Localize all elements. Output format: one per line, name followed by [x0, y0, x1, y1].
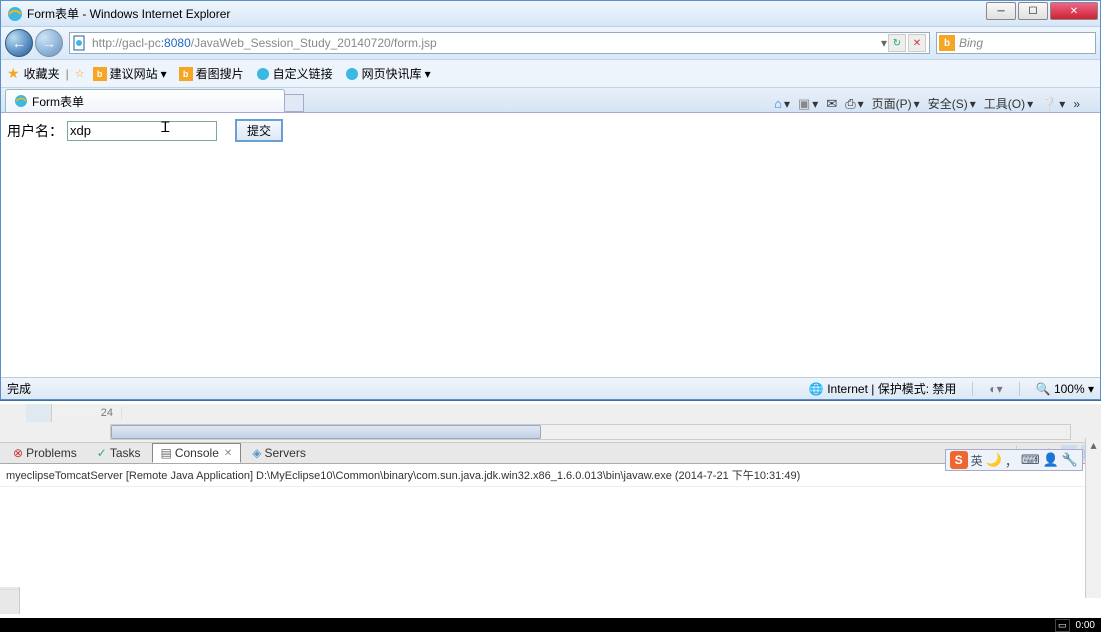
tray-icon[interactable]: ▭	[1055, 619, 1070, 632]
back-button[interactable]: ←	[5, 29, 33, 57]
overflow-button[interactable]: »	[1073, 97, 1080, 111]
page-icon	[72, 35, 88, 51]
console-icon: ▤	[161, 446, 172, 460]
moon-icon[interactable]: 🌙	[986, 452, 1002, 468]
fav-link-suggest[interactable]: b建议网站 ▾	[89, 63, 171, 84]
ime-lang[interactable]: 英	[971, 452, 983, 469]
tab-servers[interactable]: ◈Servers	[243, 443, 315, 463]
window-controls: ─ ☐ ✕	[986, 2, 1098, 20]
page-content: 用户名： 提交 Ꮖ	[1, 113, 1100, 363]
tab-title: Form表单	[32, 93, 84, 110]
tab-bar: Form表单 ⌂ ▾ ▣ ▾ ✉ ⎙ ▾ 页面(P) ▾ 安全(S) ▾ 工具(…	[1, 88, 1100, 113]
mail-icon: ✉	[826, 96, 837, 112]
username-label: 用户名：	[7, 121, 63, 141]
print-icon: ⎙	[845, 96, 855, 112]
taskbar[interactable]: ▭ 0:00	[0, 618, 1101, 632]
window-title: Form表单 - Windows Internet Explorer	[27, 5, 1098, 22]
tab-tasks[interactable]: ✓Tasks	[88, 443, 150, 463]
eclipse-right-scrollbar[interactable]: ▴	[1085, 438, 1101, 598]
status-text: 完成	[7, 380, 809, 397]
ie-window: Form表单 - Windows Internet Explorer ─ ☐ ✕…	[0, 0, 1101, 400]
keyboard-icon[interactable]: ⌨	[1021, 452, 1040, 468]
favorites-bar: ★ 收藏夹 | ☆ b建议网站 ▾ b看图搜片 自定义链接 网页快讯库 ▾	[1, 60, 1100, 88]
console-output[interactable]	[0, 487, 1101, 587]
add-fav-icon[interactable]: ☆	[75, 67, 85, 80]
text-cursor-icon: Ꮖ	[161, 119, 170, 136]
problems-icon: ⊗	[13, 446, 23, 460]
titlebar[interactable]: Form表单 - Windows Internet Explorer ─ ☐ ✕	[1, 1, 1100, 27]
home-icon: ⌂	[774, 96, 782, 111]
close-icon[interactable]: ✕	[224, 448, 232, 459]
page-menu[interactable]: 页面(P) ▾	[872, 95, 920, 112]
search-box[interactable]: b Bing	[936, 32, 1096, 54]
favorites-label[interactable]: 收藏夹	[24, 65, 60, 82]
eclipse-views-tabs: ⊗Problems ✓Tasks ▤Console✕ ◈Servers ■ ✕ …	[0, 442, 1101, 464]
safety-menu[interactable]: 安全(S) ▾	[928, 95, 976, 112]
bing-small-icon: b	[93, 67, 107, 81]
ie-small-icon	[256, 67, 270, 81]
globe-icon: 🌐	[809, 382, 824, 396]
fav-link-image[interactable]: b看图搜片	[175, 63, 248, 84]
minimize-button[interactable]: ─	[986, 2, 1016, 20]
line-number: 24	[52, 407, 122, 419]
tab-console[interactable]: ▤Console✕	[152, 443, 242, 463]
submit-button[interactable]: 提交	[235, 119, 283, 142]
stop-button[interactable]: ✕	[908, 34, 926, 52]
username-input[interactable]	[67, 121, 217, 141]
feeds-button[interactable]: ▣ ▾	[798, 96, 818, 112]
command-bar: ⌂ ▾ ▣ ▾ ✉ ⎙ ▾ 页面(P) ▾ 安全(S) ▾ 工具(O) ▾ ❔▾…	[304, 95, 1096, 112]
eclipse-area: 24 ⊗Problems ✓Tasks ▤Console✕ ◈Servers ■…	[0, 404, 1101, 587]
bing-icon: b	[939, 35, 955, 51]
help-button[interactable]: ❔▾	[1041, 96, 1065, 112]
ime-toolbar[interactable]: S 英 🌙 ， ⌨ 👤 🔧	[945, 449, 1083, 471]
protected-mode-icon[interactable]: ◐▾	[989, 382, 1002, 396]
tab-form[interactable]: Form表单	[5, 89, 285, 112]
url-text: http://gacl-pc:8080/JavaWeb_Session_Stud…	[88, 36, 881, 50]
zone-indicator[interactable]: 🌐 Internet | 保护模式: 禁用	[809, 380, 956, 397]
address-bar[interactable]: http://gacl-pc:8080/JavaWeb_Session_Stud…	[69, 32, 930, 54]
editor-gutter: 24	[0, 404, 1101, 422]
hscrollbar[interactable]	[110, 424, 1071, 440]
ie-small-icon	[345, 67, 359, 81]
close-button[interactable]: ✕	[1050, 2, 1098, 20]
ie-icon	[7, 6, 23, 22]
sogou-icon[interactable]: S	[950, 451, 968, 469]
tasks-icon: ✓	[97, 446, 107, 460]
new-tab-button[interactable]	[284, 94, 304, 112]
servers-icon: ◈	[252, 446, 261, 460]
bing-small-icon: b	[179, 67, 193, 81]
tab-problems[interactable]: ⊗Problems	[4, 443, 86, 463]
tools-menu[interactable]: 工具(O) ▾	[984, 95, 1033, 112]
favorites-star-icon[interactable]: ★	[7, 65, 20, 82]
wrench-icon[interactable]: 🔧	[1062, 452, 1078, 468]
punct-icon[interactable]: ，	[1005, 451, 1018, 470]
person-icon[interactable]: 👤	[1043, 452, 1059, 468]
home-button[interactable]: ⌂ ▾	[774, 96, 790, 111]
mail-button[interactable]: ✉	[826, 96, 837, 112]
help-icon: ❔	[1041, 96, 1057, 112]
fav-link-custom[interactable]: 自定义链接	[252, 63, 337, 84]
nav-bar: ← → http://gacl-pc:8080/JavaWeb_Session_…	[1, 27, 1100, 60]
search-placeholder: Bing	[955, 36, 987, 50]
scroll-thumb[interactable]	[111, 425, 541, 439]
refresh-button[interactable]: ↻	[888, 34, 906, 52]
print-button[interactable]: ⎙ ▾	[845, 96, 863, 112]
forward-button[interactable]: →	[35, 29, 63, 57]
rss-icon: ▣	[798, 96, 810, 112]
status-bar: 完成 🌐 Internet | 保护模式: 禁用 ◐▾ 🔍 100% ▾	[1, 377, 1100, 399]
zoom-control[interactable]: 🔍 100% ▾	[1036, 382, 1094, 396]
clock[interactable]: 0:00	[1076, 620, 1095, 631]
fav-link-feeds[interactable]: 网页快讯库 ▾	[341, 63, 435, 84]
ie-tab-icon	[14, 94, 28, 108]
maximize-button[interactable]: ☐	[1018, 2, 1048, 20]
console-header: myeclipseTomcatServer [Remote Java Appli…	[0, 464, 1101, 487]
